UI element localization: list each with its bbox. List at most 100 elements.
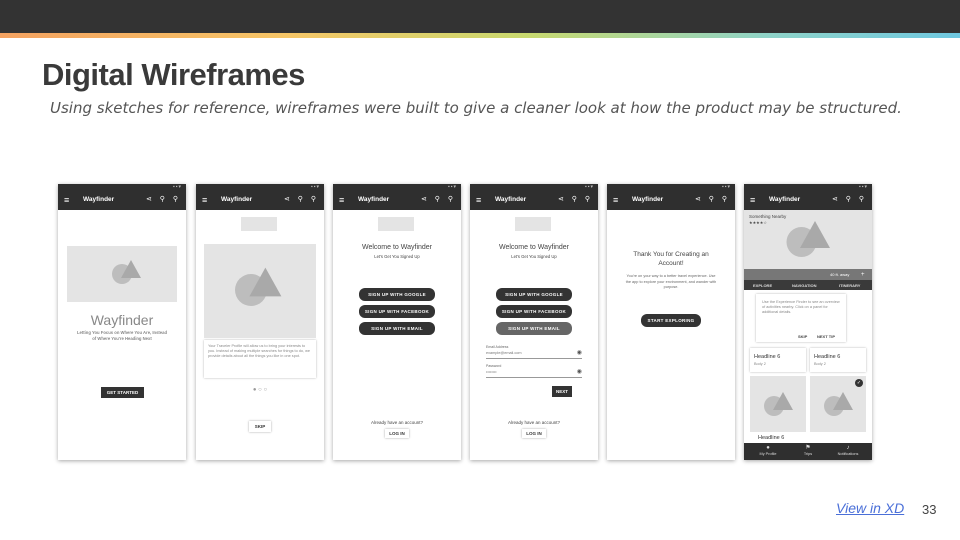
nav-notifications[interactable]: ♪ Notifications — [828, 445, 868, 456]
status-bar: ▪▪▾ — [607, 184, 735, 191]
welcome-subheading: Let's Get You Signed Up — [511, 254, 557, 259]
app-name: Wayfinder — [83, 196, 115, 203]
email-value: example@email.com — [486, 351, 522, 355]
activity-card[interactable]: Headline 6 Body 2 — [810, 348, 866, 372]
password-value: •••••••• — [486, 370, 497, 374]
nav-trips[interactable]: ⚑ Trips — [788, 445, 828, 456]
status-bar: ▪▪▾ — [333, 184, 461, 191]
signup-google-button[interactable]: SIGN UP WITH GOOGLE — [496, 288, 572, 301]
slide-subtitle: Using sketches for reference, wireframes… — [50, 99, 902, 117]
menu-icon[interactable]: ≡ — [202, 195, 207, 205]
status-bar: ▪▪▾ — [470, 184, 598, 191]
card-body: Body 2 — [814, 362, 826, 366]
rating-stars: ★★★★☆ — [749, 220, 767, 225]
pagination-dots[interactable]: ● ○ ○ — [196, 387, 324, 393]
login-button[interactable]: LOG IN — [522, 429, 546, 438]
app-bar: ≡ Wayfinder ⋖ ⚲ ⚲ — [744, 191, 872, 210]
image-placeholder-icon — [235, 267, 283, 313]
signup-facebook-button[interactable]: SIGN UP WITH FACEBOOK — [359, 305, 435, 318]
menu-icon[interactable]: ≡ — [750, 195, 755, 205]
get-started-button[interactable]: GET STARTED — [101, 387, 144, 398]
login-button[interactable]: LOG IN — [385, 429, 409, 438]
activity-card-image-selected[interactable]: ✓ — [810, 376, 866, 432]
share-search-mic-icons[interactable]: ⋖ ⚲ ⚲ — [146, 195, 181, 203]
wireframe-explore-screen: ▪▪▾ ≡ Wayfinder ⋖ ⚲ ⚲ Something Nearby ★… — [744, 184, 872, 460]
explore-tabs: EXPLORE NAVIGATION ITINERARY — [744, 280, 872, 290]
gradient-accent-bar — [0, 33, 960, 38]
card-body: Body 2 — [754, 362, 766, 366]
menu-icon[interactable]: ≡ — [339, 195, 344, 205]
flag-icon: ⚑ — [805, 445, 811, 451]
welcome-subheading: Let's Get You Signed Up — [374, 254, 420, 259]
tab-itinerary[interactable]: ITINERARY — [839, 283, 860, 288]
share-search-mic-icons[interactable]: ⋖ ⚲ ⚲ — [421, 195, 456, 203]
status-icons: ▪▪▾ — [721, 184, 731, 190]
status-icons: ▪▪▾ — [310, 184, 320, 190]
tip-popover: Use the Experience Finder to see an over… — [756, 294, 846, 342]
menu-icon[interactable]: ≡ — [613, 195, 618, 205]
wireframe-onboarding-screen: ▪▪▾ ≡ Wayfinder ⋖ ⚲ ⚲ Your Traveler Prof… — [196, 184, 324, 460]
app-name: Wayfinder — [358, 196, 390, 203]
profile-info-card: Your Traveler Profile will allow us to b… — [204, 340, 316, 378]
app-bar: ≡ Wayfinder ⋖ ⚲ ⚲ — [196, 191, 324, 210]
app-name: Wayfinder — [495, 196, 527, 203]
logo-placeholder — [378, 217, 414, 231]
card-headline: Headline 6 — [758, 435, 785, 441]
password-label: Password — [486, 364, 502, 368]
next-button[interactable]: NEXT — [552, 386, 572, 397]
signup-google-button[interactable]: SIGN UP WITH GOOGLE — [359, 288, 435, 301]
nav-my-profile[interactable]: ● My Profile — [748, 445, 788, 456]
status-icons: ▪▪▾ — [584, 184, 594, 190]
thank-you-heading: Thank You for Creating an Account! — [633, 251, 709, 267]
email-field[interactable]: Email Address example@email.com ◉ — [486, 345, 582, 359]
signup-email-button[interactable]: SIGN UP WITH EMAIL — [359, 322, 435, 335]
image-placeholder-icon — [112, 260, 142, 288]
image-placeholder-icon — [764, 392, 794, 420]
have-account-text: Already have an account? — [507, 420, 561, 425]
illustration-placeholder — [204, 244, 316, 338]
nearby-hero-image[interactable]: Something Nearby ★★★★☆ 40 ft. away + — [744, 210, 872, 280]
share-search-mic-icons[interactable]: ⋖ ⚲ ⚲ — [832, 195, 867, 203]
share-search-mic-icons[interactable]: ⋖ ⚲ ⚲ — [284, 195, 319, 203]
menu-icon[interactable]: ≡ — [476, 195, 481, 205]
app-bar: ≡ Wayfinder ⋖ ⚲ ⚲ — [470, 191, 598, 210]
top-bar — [0, 0, 960, 33]
password-field[interactable]: Password •••••••• ◉ — [486, 364, 582, 378]
tab-navigation[interactable]: NAVIGATION — [792, 283, 817, 288]
activity-card[interactable]: Headline 6 Body 2 — [750, 348, 806, 372]
activity-card-image[interactable] — [750, 376, 806, 432]
tip-skip-button[interactable]: SKIP — [798, 334, 807, 339]
status-icons: ▪▪▾ — [447, 184, 457, 190]
skip-button[interactable]: SKIP — [249, 421, 271, 432]
card-headline: Headline 6 — [754, 354, 781, 360]
app-name: Wayfinder — [221, 196, 253, 203]
add-icon[interactable]: + — [861, 272, 865, 278]
share-search-mic-icons[interactable]: ⋖ ⚲ ⚲ — [558, 195, 593, 203]
logo-placeholder — [241, 217, 277, 231]
welcome-heading: Welcome to Wayfinder — [498, 244, 570, 251]
share-search-mic-icons[interactable]: ⋖ ⚲ ⚲ — [695, 195, 730, 203]
wireframe-welcome-screen: ▪▪▾ ≡ Wayfinder ⋖ ⚲ ⚲ Wayfinder Letting … — [58, 184, 186, 460]
wireframe-thank-you-screen: ▪▪▾ ≡ Wayfinder ⋖ ⚲ ⚲ Thank You for Crea… — [607, 184, 735, 460]
tab-explore[interactable]: EXPLORE — [753, 283, 772, 288]
distance-label: 40 ft. away — [830, 272, 850, 277]
app-bar: ≡ Wayfinder ⋖ ⚲ ⚲ — [333, 191, 461, 210]
tip-next-button[interactable]: NEXT TIP — [817, 334, 835, 339]
app-name: Wayfinder — [769, 196, 801, 203]
signup-facebook-button[interactable]: SIGN UP WITH FACEBOOK — [496, 305, 572, 318]
start-exploring-button[interactable]: START EXPLORING — [641, 314, 701, 327]
signup-email-button-selected[interactable]: SIGN UP WITH EMAIL — [496, 322, 572, 335]
visibility-icon[interactable]: ◉ — [577, 368, 582, 375]
view-in-xd-link[interactable]: View in XD — [836, 500, 904, 516]
bell-icon: ♪ — [846, 445, 850, 451]
menu-icon[interactable]: ≡ — [64, 195, 69, 205]
status-bar: ▪▪▾ — [196, 184, 324, 191]
status-bar: ▪▪▾ — [744, 184, 872, 191]
profile-icon: ● — [766, 445, 770, 451]
brand-name: Wayfinder — [90, 312, 154, 328]
app-bar: ≡ Wayfinder ⋖ ⚲ ⚲ — [58, 191, 186, 210]
visibility-icon[interactable]: ◉ — [577, 349, 582, 356]
thank-you-body: You're on your way to a better travel ex… — [625, 274, 717, 289]
email-label: Email Address — [486, 345, 509, 349]
image-placeholder-icon — [824, 392, 854, 420]
